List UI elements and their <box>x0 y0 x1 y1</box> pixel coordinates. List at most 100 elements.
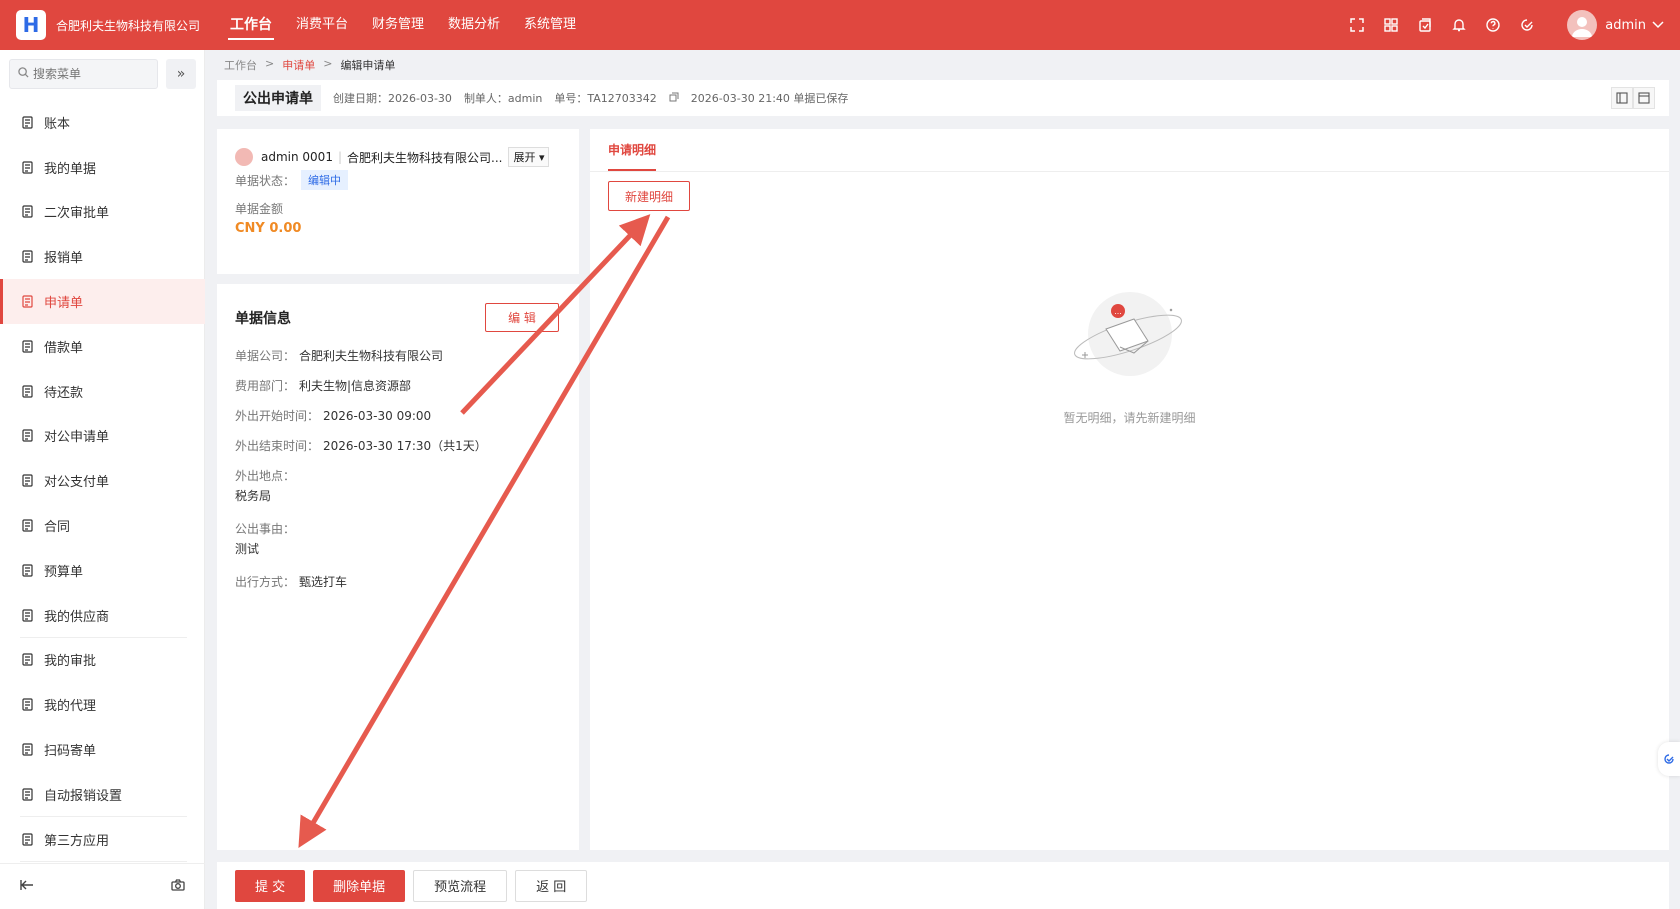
user-avatar[interactable] <box>1567 10 1598 40</box>
nav-analytics[interactable]: 数据分析 <box>446 0 502 50</box>
sidebar-item[interactable]: 申请单 <box>0 279 205 324</box>
info-travel-mode: 出行方式： 甄选打车 <box>235 575 348 589</box>
collapse-left-icon[interactable] <box>20 879 34 895</box>
scan-icon <box>20 743 34 757</box>
tab-application-detail[interactable]: 申请明细 <box>608 129 657 171</box>
save-status: 2026-03-30 21:40 单据已保存 <box>690 92 849 105</box>
document-header: 公出申请单 创建日期：2026-03-30 制单人：admin 单号：TA127… <box>217 80 1669 116</box>
document-info-card: 单据信息 编 辑 单据公司： 合肥利夫生物科技有限公司 费用部门： 利夫生物|信息资… <box>217 284 579 850</box>
tasks-icon[interactable] <box>1417 17 1433 33</box>
info-company: 单据公司： 合肥利夫生物科技有限公司 <box>235 349 444 363</box>
menu-search[interactable] <box>9 59 158 89</box>
sidebar-item-label: 我的代理 <box>44 699 97 715</box>
empty-illustration: ... <box>1068 289 1192 379</box>
company-name: 合肥利夫生物科技有限公司 <box>56 18 201 33</box>
bell-icon[interactable] <box>1451 17 1467 33</box>
sidebar-item-label: 报销单 <box>44 251 84 267</box>
layout-full-icon[interactable] <box>1633 87 1655 109</box>
avatar <box>235 148 253 166</box>
info-end-time: 外出结束时间： 2026-03-30 17:30（共1天） <box>235 439 487 453</box>
created-date: 创建日期：2026-03-30 <box>333 92 452 105</box>
submit-button[interactable]: 提 交 <box>235 869 306 902</box>
auto-settings-icon <box>20 787 34 801</box>
help-icon[interactable] <box>1485 17 1501 33</box>
user-name[interactable]: admin <box>1605 18 1646 33</box>
sidebar: » 账本我的单据二次审批单报销单申请单借款单待还款对公申请单对公支付单合同预算单… <box>0 50 205 909</box>
sidebar-item[interactable]: 账本 <box>0 100 205 145</box>
info-place-label: 外出地点： <box>235 469 296 483</box>
info-reason-value: 测试 <box>235 542 260 556</box>
budget-icon <box>20 563 34 577</box>
assistant-float-icon[interactable] <box>1658 742 1680 776</box>
info-start-time: 外出开始时间： 2026-03-30 09:00 <box>235 409 432 423</box>
sidebar-item[interactable]: 对公申请单 <box>0 414 205 459</box>
breadcrumb-application[interactable]: 申请单 <box>282 57 315 73</box>
ledger-icon <box>20 115 34 129</box>
summary-card: admin 0001 | 合肥利夫生物科技有限公司... 展开 ▾ 单据状态： … <box>217 129 579 274</box>
empty-state-text: 暂无明细，请先新建明细 <box>1063 411 1196 425</box>
nav-workbench[interactable]: 工作台 <box>228 0 274 50</box>
sidebar-item[interactable]: 我的代理 <box>0 682 205 727</box>
back-button[interactable]: 返 回 <box>515 869 588 902</box>
sidebar-item[interactable]: 预算单 <box>0 548 205 593</box>
breadcrumb-separator: > <box>265 57 275 70</box>
layout-split-icon[interactable] <box>1611 87 1633 109</box>
sidebar-item[interactable]: 二次审批单 <box>0 190 205 235</box>
sidebar-item[interactable]: 自动报销设置 <box>0 772 205 817</box>
sidebar-item-label: 我的供应商 <box>44 609 110 625</box>
approval-doc-icon <box>20 205 34 219</box>
sidebar-item[interactable]: 第三方应用 <box>0 817 205 862</box>
copy-icon[interactable] <box>669 92 679 105</box>
assistant-icon[interactable] <box>1519 17 1535 33</box>
sidebar-item-label: 申请单 <box>44 296 84 312</box>
menu-search-input[interactable] <box>33 67 143 81</box>
status-label: 单据状态： <box>235 173 296 188</box>
main-nav: 工作台 消费平台 财务管理 数据分析 系统管理 <box>228 0 598 50</box>
sidebar-item-label: 第三方应用 <box>44 833 110 849</box>
sidebar-item-label: 待还款 <box>44 385 84 401</box>
nav-consumption[interactable]: 消费平台 <box>294 0 350 50</box>
sidebar-item[interactable]: 报销单 <box>0 234 205 279</box>
edit-button[interactable]: 编 辑 <box>485 303 559 332</box>
contract-icon <box>20 519 34 533</box>
sidebar-item[interactable]: 扫码寄单 <box>0 727 205 772</box>
sidebar-item-label: 账本 <box>44 116 71 132</box>
sidebar-item[interactable]: 对公支付单 <box>0 458 205 503</box>
breadcrumb-workbench[interactable]: 工作台 <box>224 57 257 73</box>
sidebar-item[interactable]: 我的单据 <box>0 145 205 190</box>
delete-button[interactable]: 删除单据 <box>313 869 406 902</box>
sidebar-item-label: 合同 <box>44 520 71 536</box>
proxy-icon <box>20 698 34 712</box>
detail-panel: 申请明细 新建明细 ... 暂无明细，请先新建明细 <box>590 129 1669 850</box>
collapse-sidebar-button[interactable]: » <box>166 59 196 89</box>
my-approval-icon <box>20 653 34 667</box>
creator: 制单人：admin <box>463 92 543 105</box>
document-icon <box>20 160 34 174</box>
chevron-down-icon[interactable] <box>1652 18 1664 33</box>
status-badge: 编辑中 <box>301 170 349 190</box>
nav-system[interactable]: 系统管理 <box>522 0 578 50</box>
expand-button[interactable]: 展开 ▾ <box>508 147 550 167</box>
svg-text:...: ... <box>1114 307 1122 316</box>
info-reason-label: 公出事由： <box>235 522 296 536</box>
user-code: admin 0001 <box>261 150 333 164</box>
corporate-apply-icon <box>20 429 34 443</box>
breadcrumb: 工作台 > 申请单 > 编辑申请单 <box>224 57 403 73</box>
info-place-value: 税务局 <box>235 489 272 503</box>
new-detail-button[interactable]: 新建明细 <box>608 181 690 211</box>
app-logo[interactable]: H <box>16 10 46 40</box>
company-short: 合肥利夫生物科技有限公司... <box>347 150 503 165</box>
camera-icon[interactable] <box>171 878 185 895</box>
sidebar-item[interactable]: 借款单 <box>0 324 205 369</box>
sidebar-item[interactable]: 待还款 <box>0 369 205 414</box>
apps-icon[interactable] <box>1383 17 1399 33</box>
preview-flow-button[interactable]: 预览流程 <box>413 869 508 902</box>
nav-finance[interactable]: 财务管理 <box>370 0 426 50</box>
search-icon <box>18 67 29 81</box>
sidebar-item[interactable]: 我的审批 <box>0 638 205 683</box>
fullscreen-icon[interactable] <box>1349 17 1365 33</box>
application-icon <box>20 295 34 309</box>
sidebar-footer <box>0 863 205 909</box>
sidebar-item[interactable]: 合同 <box>0 503 205 548</box>
sidebar-item[interactable]: 我的供应商 <box>0 593 205 638</box>
